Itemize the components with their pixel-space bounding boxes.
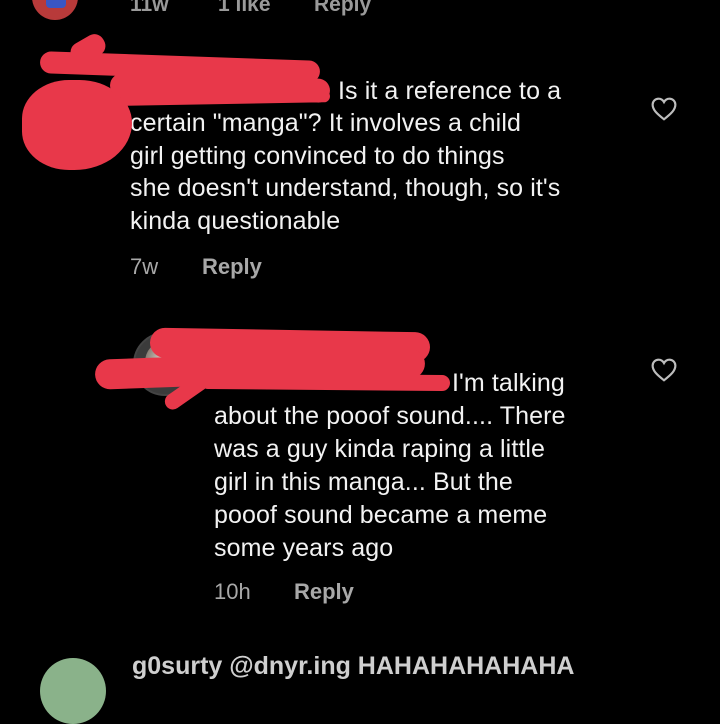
comment-time: 7w bbox=[130, 254, 159, 279]
comment-text-line: some years ago bbox=[214, 534, 394, 562]
comment-text-line: g0surty @dnyr.ing HAHAHAHAHAHA bbox=[132, 652, 575, 680]
comment-text-line: kinda questionable bbox=[130, 207, 341, 235]
comment-text-line: was a guy kinda raping a little bbox=[214, 435, 546, 463]
heart-outline-icon[interactable] bbox=[651, 97, 677, 121]
likes-count[interactable]: 1 like bbox=[218, 0, 271, 17]
comment-time: 11w bbox=[130, 0, 169, 16]
reply-button[interactable]: Reply bbox=[202, 254, 262, 280]
comment-text-line: I'm talking bbox=[452, 369, 565, 397]
comment-text-line: about the pooof sound.... There bbox=[214, 402, 566, 430]
reply-button[interactable]: Reply bbox=[314, 0, 371, 17]
avatar[interactable] bbox=[40, 658, 106, 724]
reply-button[interactable]: Reply bbox=[294, 579, 354, 605]
comment-text-line: pooof sound became a meme bbox=[214, 501, 548, 529]
comment-text-line: certain "manga"? It involves a child bbox=[130, 109, 521, 137]
comment-text-line: she doesn't understand, though, so it's bbox=[130, 174, 561, 202]
heart-outline-icon[interactable] bbox=[651, 358, 677, 382]
comment-text-line: girl getting convinced to do things bbox=[130, 142, 505, 170]
comment-text-line: girl in this manga... But the bbox=[214, 468, 513, 496]
comment-text-line: Is it a reference to a bbox=[338, 77, 562, 105]
comment-time: 10h bbox=[214, 579, 251, 604]
avatar[interactable] bbox=[32, 0, 78, 20]
